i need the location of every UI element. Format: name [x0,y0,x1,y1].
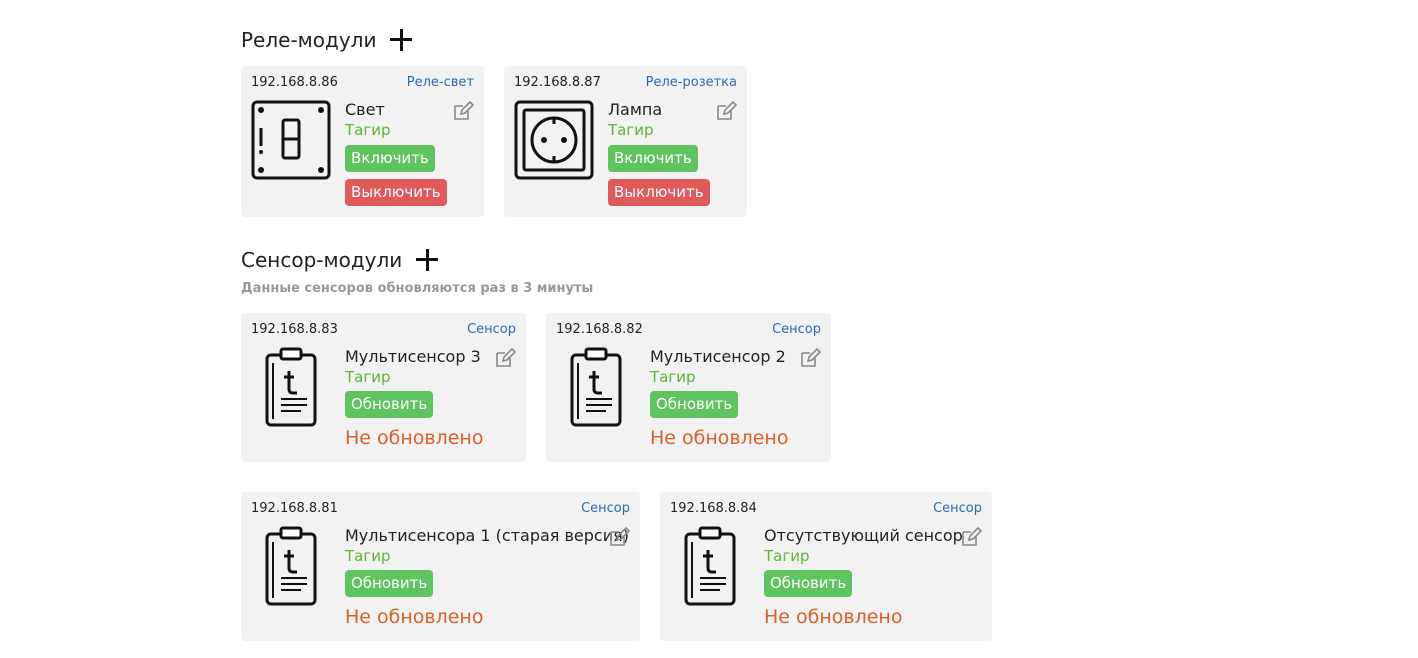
device-type-link[interactable]: Сенсор [467,322,516,337]
device-type-link[interactable]: Сенсор [581,501,630,516]
device-owner: Тагир [345,121,391,139]
turn-off-button[interactable]: Выключить [608,179,710,206]
relay-section-header: Реле-модули [241,28,413,52]
update-button[interactable]: Обновить [345,391,434,418]
turn-on-button[interactable]: Включить [608,145,698,172]
relay-card: 192.168.8.86 Реле-свет Свет Тагир Включи… [241,66,484,217]
add-relay-button[interactable] [390,29,413,51]
sensor-card: 192.168.8.84 Сенсор Отсутствующий сенсор… [660,492,992,641]
sensor-card: 192.168.8.81 Сенсор Мультисенсора 1 (ста… [241,492,640,641]
device-name: Свет [345,100,385,119]
sensor-update-note: Данные сенсоров обновляются раз в 3 мину… [241,281,594,296]
device-ip: 192.168.8.83 [251,322,338,337]
turn-on-button[interactable]: Включить [345,145,435,172]
edit-icon[interactable] [608,526,630,548]
device-owner: Тагир [345,547,391,565]
device-type-link[interactable]: Реле-свет [407,75,474,90]
device-owner: Тагир [764,547,810,565]
edit-icon[interactable] [799,347,821,369]
sensor-card: 192.168.8.82 Сенсор Мультисенсор 2 Тагир… [546,313,831,462]
update-button[interactable]: Обновить [650,391,739,418]
sensor-clipboard-icon [265,526,317,606]
sensor-clipboard-icon [570,347,622,427]
device-type-link[interactable]: Сенсор [933,501,982,516]
device-owner: Тагир [608,121,654,139]
add-sensor-button[interactable] [416,249,439,271]
update-button[interactable]: Обновить [345,570,434,597]
device-name: Мультисенсора 1 (старая версия) [345,526,629,545]
edit-icon[interactable] [494,347,516,369]
update-status: Не обновлено [345,606,484,628]
update-status: Не обновлено [764,606,903,628]
edit-icon[interactable] [960,526,982,548]
sensor-clipboard-icon [684,526,736,606]
device-owner: Тагир [345,368,391,386]
update-status: Не обновлено [345,427,484,449]
light-switch-icon [251,100,331,180]
device-owner: Тагир [650,368,696,386]
update-button[interactable]: Обновить [764,570,853,597]
device-ip: 192.168.8.86 [251,75,338,90]
device-ip: 192.168.8.84 [670,501,757,516]
power-socket-icon [514,100,594,180]
device-ip: 192.168.8.81 [251,501,338,516]
device-ip: 192.168.8.82 [556,322,643,337]
sensor-clipboard-icon [265,347,317,427]
device-name: Отсутствующий сенсор [764,526,963,545]
device-type-link[interactable]: Реле-розетка [646,75,737,90]
relay-card: 192.168.8.87 Реле-розетка Лампа Тагир Вк… [504,66,747,217]
edit-icon[interactable] [715,100,737,122]
edit-icon[interactable] [452,100,474,122]
sensor-section-header: Сенсор-модули [241,248,439,272]
turn-off-button[interactable]: Выключить [345,179,447,206]
section-title: Сенсор-модули [241,248,403,272]
sensor-card: 192.168.8.83 Сенсор Мультисенсор 3 Тагир… [241,313,526,462]
device-name: Лампа [608,100,663,119]
device-ip: 192.168.8.87 [514,75,601,90]
update-status: Не обновлено [650,427,789,449]
section-title: Реле-модули [241,28,377,52]
device-type-link[interactable]: Сенсор [772,322,821,337]
device-name: Мультисенсор 3 [345,347,481,366]
device-name: Мультисенсор 2 [650,347,786,366]
